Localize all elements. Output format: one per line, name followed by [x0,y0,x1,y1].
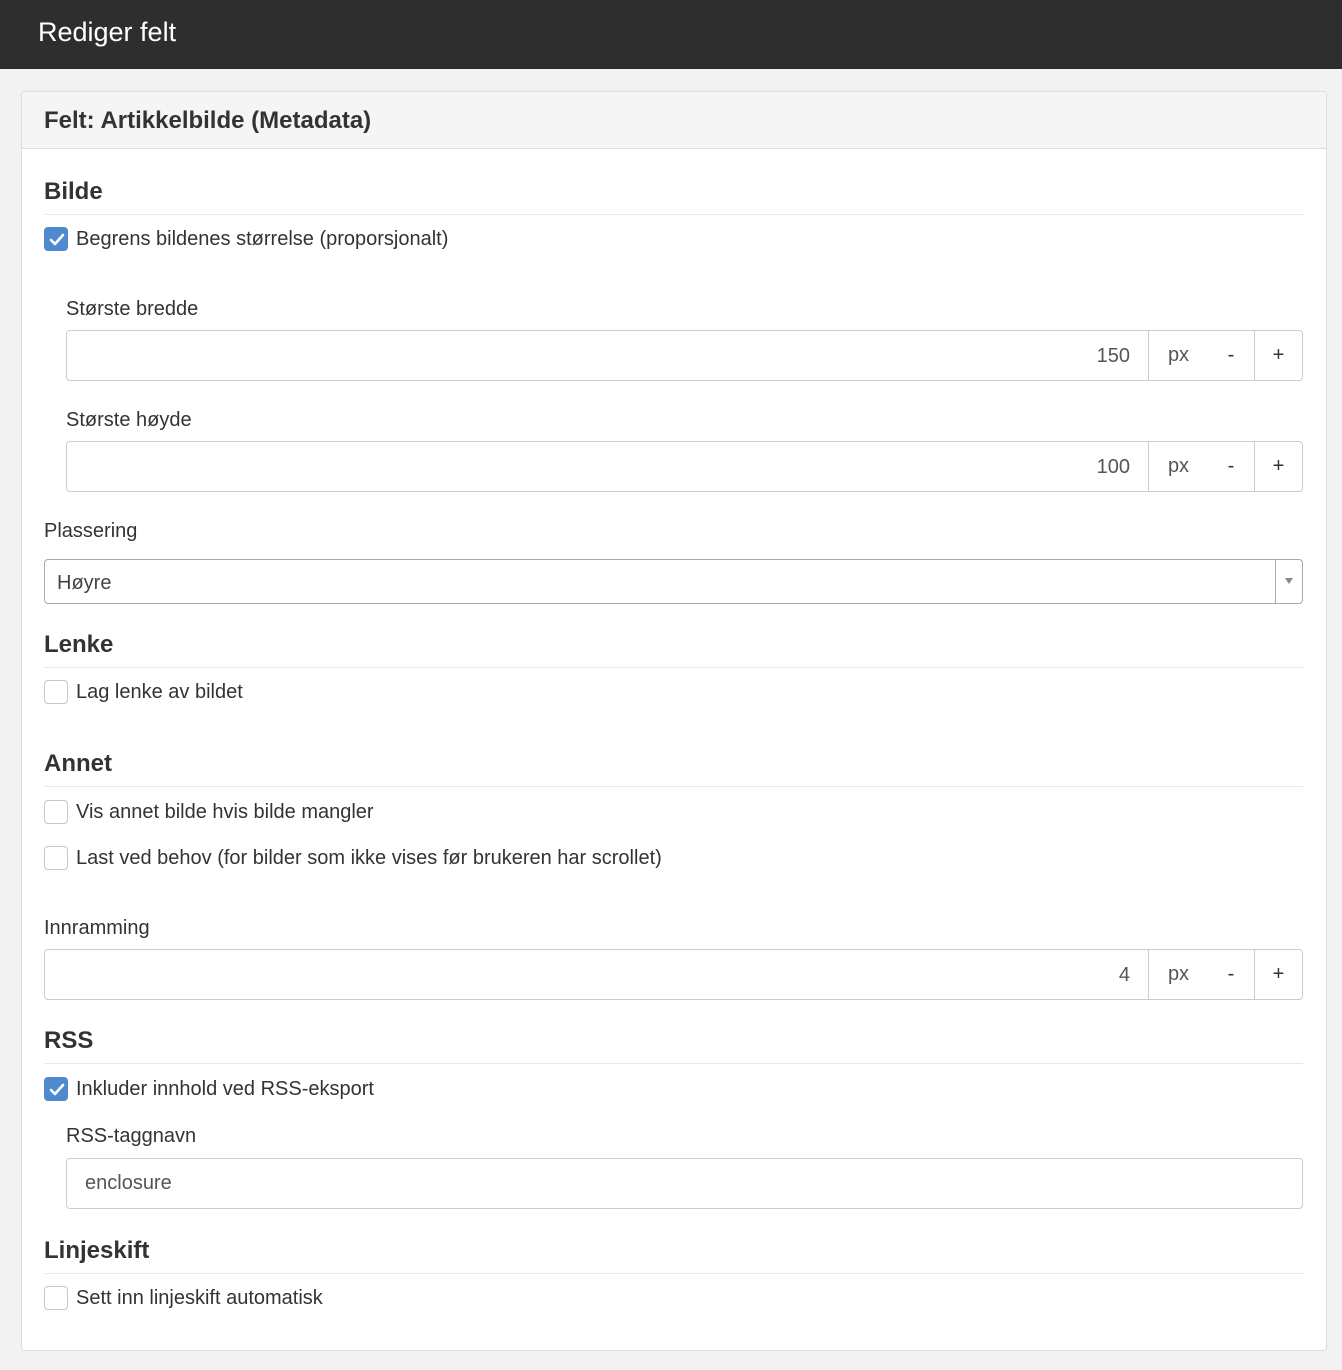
section-title-line-breaks: Linjeskift [44,1237,1303,1274]
make-link-label: Lag lenke av bildet [76,681,243,703]
max-height-increment-button[interactable]: + [1255,442,1302,491]
panel-title: Felt: Artikkelbilde (Metadata) [44,107,372,134]
border-label: Innramming [44,917,150,939]
max-height-unit: px [1148,442,1209,491]
max-height-value[interactable]: 100 [1097,454,1130,480]
fallback-image-label: Vis annet bilde hvis bilde mangler [76,801,374,823]
limit-size-checkbox[interactable] [44,227,68,251]
placement-selected-value: Høyre [57,572,112,594]
placement-select[interactable]: Høyre [44,559,1303,604]
max-width-stepper[interactable]: 150 px - + [66,330,1303,381]
max-height-label: Største høyde [66,409,192,431]
make-link-checkbox[interactable] [44,680,68,704]
placement-dropdown-toggle[interactable] [1275,560,1302,603]
border-decrement-button[interactable]: - [1208,950,1255,999]
max-width-label: Største bredde [66,298,199,320]
rss-include-label: Inkluder innhold ved RSS-eksport [76,1078,374,1100]
check-icon [49,1083,65,1096]
auto-line-breaks-label: Sett inn linjeskift automatisk [76,1287,323,1309]
window-title: Rediger felt [38,17,177,47]
max-height-stepper[interactable]: 100 px - + [66,441,1303,492]
chevron-down-icon [1285,578,1293,584]
border-unit: px [1148,950,1209,999]
field-panel: Felt: Artikkelbilde (Metadata) Bilde Beg… [21,91,1327,1351]
rss-tag-input[interactable] [67,1159,1302,1208]
limit-size-label: Begrens bildenes størrelse (proporsjonal… [76,228,449,250]
max-width-value[interactable]: 150 [1097,343,1130,369]
title-bar: Rediger felt [0,0,1342,69]
panel-header: Felt: Artikkelbilde (Metadata) [22,92,1326,149]
section-title-link: Lenke [44,631,1303,668]
placement-label: Plassering [44,520,138,542]
max-width-unit: px [1148,331,1209,380]
rss-include-checkbox[interactable] [44,1077,68,1101]
border-value[interactable]: 4 [1119,962,1130,988]
rss-tag-label: RSS-taggnavn [66,1125,197,1147]
max-width-increment-button[interactable]: + [1255,331,1302,380]
section-title-image: Bilde [44,178,1303,215]
section-title-rss: RSS [44,1027,1303,1064]
border-increment-button[interactable]: + [1255,950,1302,999]
max-width-decrement-button[interactable]: - [1208,331,1255,380]
fallback-image-checkbox[interactable] [44,800,68,824]
check-icon [49,233,65,246]
max-height-decrement-button[interactable]: - [1208,442,1255,491]
section-title-other: Annet [44,750,1303,787]
lazy-load-label: Last ved behov (for bilder som ikke vise… [76,847,662,869]
lazy-load-checkbox[interactable] [44,846,68,870]
rss-tag-field[interactable] [66,1158,1303,1209]
border-stepper[interactable]: 4 px - + [44,949,1303,1000]
auto-line-breaks-checkbox[interactable] [44,1286,68,1310]
